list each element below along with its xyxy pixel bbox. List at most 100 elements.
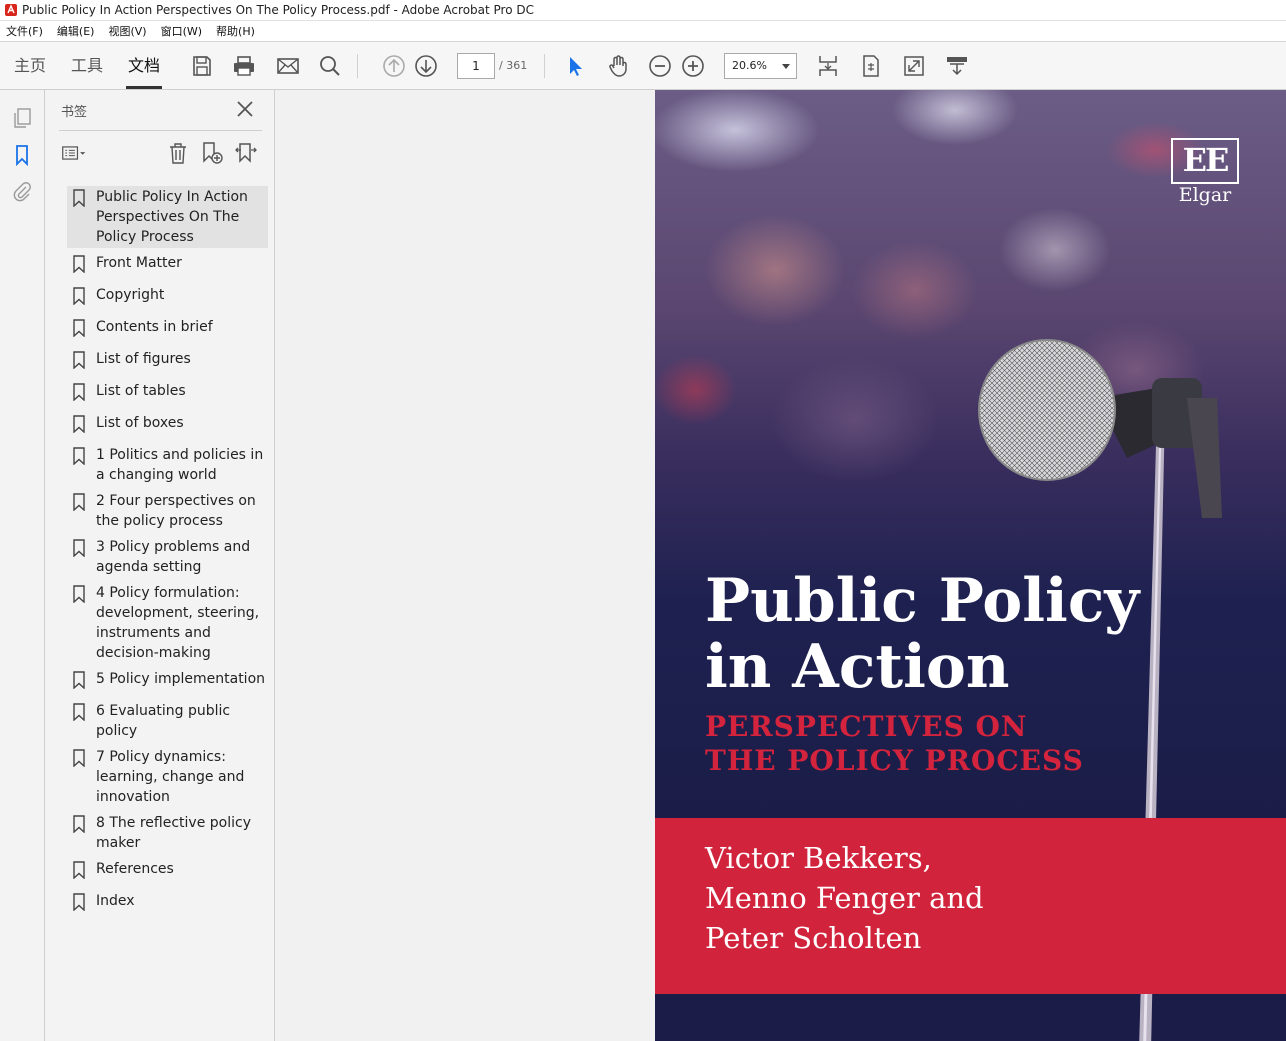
bookmark-icon bbox=[73, 703, 85, 721]
read-mode-button[interactable] bbox=[944, 53, 970, 79]
panel-title: 书签 bbox=[61, 105, 88, 120]
email-button[interactable] bbox=[275, 53, 301, 79]
tab-document[interactable]: 文档 bbox=[126, 42, 162, 90]
save-button[interactable] bbox=[189, 53, 215, 79]
author-line: Peter Scholten bbox=[705, 921, 922, 955]
print-icon bbox=[234, 56, 254, 76]
fullscreen-button[interactable] bbox=[901, 53, 927, 79]
toolbar-separator bbox=[544, 54, 545, 78]
hand-icon bbox=[609, 55, 627, 77]
bookmark-label: References bbox=[96, 861, 174, 877]
bookmark-label: 7 Policy dynamics: learning, change and … bbox=[96, 749, 245, 805]
bookmark-icon bbox=[73, 893, 85, 911]
bookmark-item[interactable]: 5 Policy implementation bbox=[67, 668, 268, 690]
bookmark-item[interactable]: 1 Politics and policies in a changing wo… bbox=[67, 444, 268, 486]
fit-page-icon bbox=[819, 56, 837, 76]
bookmark-label: List of tables bbox=[96, 383, 186, 399]
menu-view[interactable]: 视图(V) bbox=[108, 23, 146, 39]
bookmark-icon bbox=[73, 861, 85, 879]
hand-tool-button[interactable] bbox=[605, 53, 631, 79]
add-bookmark-icon bbox=[203, 142, 223, 164]
bookmark-item[interactable]: Public Policy In Action Perspectives On … bbox=[67, 186, 268, 248]
select-cursor-icon bbox=[570, 57, 582, 76]
bookmark-icon bbox=[73, 539, 85, 557]
bookmark-options-button[interactable] bbox=[61, 141, 87, 165]
menu-help[interactable]: 帮助(H) bbox=[216, 23, 255, 39]
page-total: / 361 bbox=[499, 59, 528, 72]
bookmark-label: 8 The reflective policy maker bbox=[96, 815, 251, 851]
search-button[interactable] bbox=[317, 53, 343, 79]
bookmark-item[interactable]: Copyright bbox=[67, 284, 268, 306]
fullscreen-icon bbox=[904, 56, 924, 76]
bookmark-item[interactable]: 4 Policy formulation: development, steer… bbox=[67, 582, 268, 664]
pages-icon[interactable] bbox=[11, 107, 33, 129]
book-authors: Victor Bekkers, Menno Fenger and Peter S… bbox=[705, 838, 984, 958]
bookmark-label: Index bbox=[96, 893, 135, 909]
previous-page-button[interactable] bbox=[381, 53, 407, 79]
publisher-logo: EE bbox=[1171, 138, 1239, 184]
bookmark-item[interactable]: Front Matter bbox=[67, 252, 268, 274]
next-page-button[interactable] bbox=[413, 53, 439, 79]
bookmark-item[interactable]: References bbox=[67, 858, 268, 880]
bookmark-item[interactable]: 3 Policy problems and agenda setting bbox=[67, 536, 268, 578]
zoom-out-button[interactable] bbox=[647, 53, 673, 79]
book-subtitle: PERSPECTIVES ON THE POLICY PROCESS bbox=[705, 710, 1265, 778]
bookmark-icon bbox=[73, 815, 85, 833]
author-line: Victor Bekkers, bbox=[705, 841, 932, 875]
attachment-icon[interactable] bbox=[11, 180, 33, 202]
new-bookmark-button[interactable] bbox=[199, 141, 225, 165]
menu-window[interactable]: 窗口(W) bbox=[161, 23, 202, 39]
bookmark-item[interactable]: List of boxes bbox=[67, 412, 268, 434]
bookmark-icon bbox=[73, 287, 85, 305]
menu-edit[interactable]: 编辑(E) bbox=[57, 23, 95, 39]
close-icon[interactable] bbox=[235, 99, 255, 119]
bookmark-icon bbox=[73, 585, 85, 603]
bookmark-icon[interactable] bbox=[11, 144, 33, 166]
select-tool-button[interactable] bbox=[562, 53, 588, 79]
zoom-select[interactable]: 20.6% bbox=[724, 53, 797, 79]
bookmark-label: List of boxes bbox=[96, 415, 184, 431]
read-mode-icon bbox=[947, 57, 967, 76]
bookmark-item[interactable]: 8 The reflective policy maker bbox=[67, 812, 268, 854]
bookmark-icon bbox=[73, 493, 85, 511]
zoom-out-icon bbox=[649, 55, 671, 77]
rotate-view-button[interactable] bbox=[858, 53, 884, 79]
book-title: Public Policy in Action bbox=[705, 568, 1265, 700]
bookmark-label: 3 Policy problems and agenda setting bbox=[96, 539, 251, 575]
bookmark-item[interactable]: List of figures bbox=[67, 348, 268, 370]
book-subtitle-line: PERSPECTIVES ON bbox=[705, 710, 1028, 743]
title-bar: Public Policy In Action Perspectives On … bbox=[0, 0, 1286, 21]
window-title: Public Policy In Action Perspectives On … bbox=[22, 3, 535, 17]
bookmark-icon bbox=[73, 255, 85, 273]
delete-bookmark-button[interactable] bbox=[165, 141, 191, 165]
expand-bookmark-button[interactable] bbox=[233, 141, 259, 165]
bookmark-item[interactable]: Index bbox=[67, 890, 268, 912]
bookmark-icon bbox=[73, 319, 85, 337]
bookmark-item[interactable]: 6 Evaluating public policy bbox=[67, 700, 268, 739]
zoom-in-button[interactable] bbox=[680, 53, 706, 79]
print-button[interactable] bbox=[231, 53, 257, 79]
tab-home[interactable]: 主页 bbox=[12, 42, 48, 90]
bookmarks-panel: 书签 Public Policy In Action Perspectives … bbox=[45, 90, 275, 1041]
bookmark-label: 4 Policy formulation: development, steer… bbox=[96, 585, 260, 661]
options-menu-icon bbox=[62, 146, 86, 160]
page-number-input[interactable]: 1 bbox=[457, 53, 495, 79]
menu-file[interactable]: 文件(F) bbox=[6, 23, 43, 39]
bookmark-item[interactable]: 2 Four perspectives on the policy proces… bbox=[67, 490, 268, 532]
bookmark-icon bbox=[73, 351, 85, 369]
bookmark-item[interactable]: Contents in brief bbox=[67, 316, 268, 338]
page-up-icon bbox=[383, 55, 405, 77]
bookmark-item[interactable]: List of tables bbox=[67, 380, 268, 402]
bookmark-item[interactable]: 7 Policy dynamics: learning, change and … bbox=[67, 746, 268, 808]
fit-page-button[interactable] bbox=[815, 53, 841, 79]
bookmark-expand-icon bbox=[235, 143, 257, 163]
chevron-down-icon bbox=[782, 64, 790, 69]
bookmark-icon bbox=[73, 383, 85, 401]
tab-tools[interactable]: 工具 bbox=[69, 42, 105, 90]
bookmark-icon bbox=[73, 189, 85, 207]
toolbar-separator bbox=[357, 54, 358, 78]
save-icon bbox=[193, 56, 211, 76]
author-line: Menno Fenger and bbox=[705, 881, 984, 915]
bookmark-icon bbox=[73, 671, 85, 689]
bookmark-icon bbox=[73, 447, 85, 465]
